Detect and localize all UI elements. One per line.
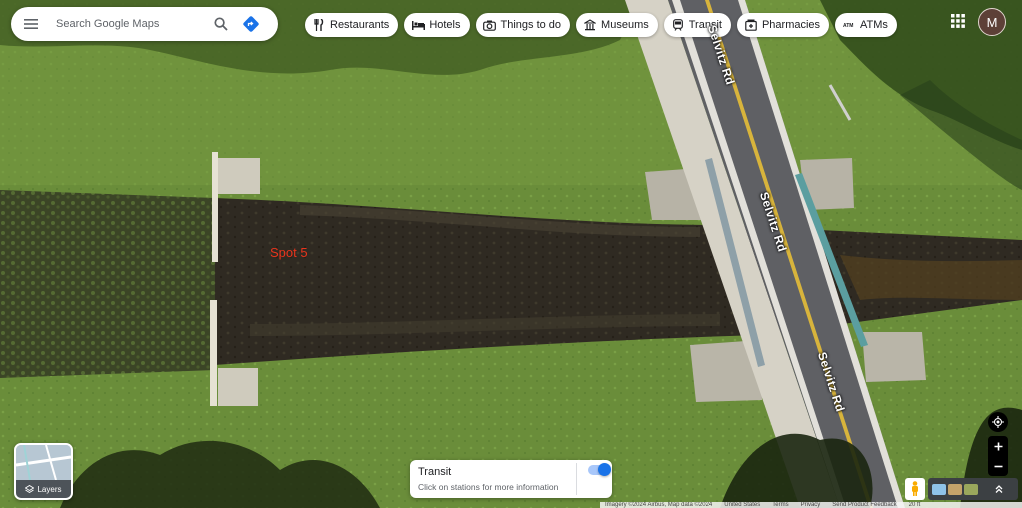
fork-knife-icon	[312, 18, 326, 32]
transit-subtitle: Click on stations for more information	[418, 482, 559, 492]
map-footer: Imagery ©2024 Airbus, Map data ©2024 Uni…	[600, 502, 1022, 508]
hamburger-menu-icon	[24, 19, 38, 29]
pharmacy-icon	[744, 18, 758, 32]
chip-hotels[interactable]: Hotels	[404, 13, 470, 37]
minus-icon	[994, 465, 1002, 467]
chip-atms[interactable]: ATM ATMs	[835, 13, 897, 37]
transit-title: Transit	[418, 466, 452, 478]
chip-restaurants[interactable]: Restaurants	[305, 13, 399, 37]
apps-grid-icon[interactable]	[950, 13, 966, 29]
thumbnail-map[interactable]	[932, 483, 946, 495]
plus-icon	[994, 442, 1002, 450]
chip-label: Museums	[601, 19, 649, 31]
bed-icon	[411, 18, 425, 32]
chip-pharmacies[interactable]: Pharmacies	[736, 13, 830, 37]
satellite-map[interactable]	[0, 0, 1022, 508]
zoom-controls	[988, 436, 1008, 476]
map-type-thumbnails[interactable]	[928, 478, 1018, 500]
chip-things-to-do[interactable]: Things to do	[475, 13, 571, 37]
layers-map-thumbnail	[16, 445, 71, 481]
feedback-link[interactable]: Send Product Feedback	[832, 502, 896, 508]
transit-toggle[interactable]	[588, 463, 611, 476]
zoom-out-button[interactable]	[988, 456, 1008, 476]
svg-text:ATM: ATM	[843, 23, 853, 28]
layers-label: Layers	[37, 484, 62, 494]
search-input[interactable]	[51, 18, 206, 30]
chip-label: ATMs	[860, 19, 888, 31]
scale-label[interactable]: 20 ft	[909, 502, 921, 508]
search-icon	[214, 17, 228, 31]
toggle-knob	[598, 463, 611, 476]
transit-panel: Transit Click on stations for more infor…	[410, 460, 612, 498]
chip-museums[interactable]: Museums	[576, 13, 658, 37]
pegman-icon	[912, 481, 918, 496]
layers-icon	[25, 484, 35, 493]
street-view-pegman[interactable]	[905, 478, 925, 500]
account-avatar[interactable]: M	[978, 8, 1006, 36]
country-link[interactable]: United States	[724, 502, 760, 508]
map-marker-label[interactable]: Spot 5	[270, 245, 308, 260]
imagery-attribution: Imagery ©2024 Airbus, Map data ©2024	[605, 502, 713, 508]
expand-up-icon	[995, 485, 1003, 493]
divider	[576, 463, 577, 495]
train-icon	[671, 18, 685, 32]
directions-icon	[243, 16, 259, 32]
directions-button[interactable]	[236, 9, 266, 39]
search-button[interactable]	[206, 9, 236, 39]
my-location-icon	[992, 416, 1004, 428]
category-chips: Restaurants Hotels Things to do Museums …	[305, 13, 897, 37]
atm-icon: ATM	[842, 18, 856, 32]
chip-label: Restaurants	[330, 19, 390, 31]
chip-label: Pharmacies	[761, 19, 821, 31]
camera-icon	[483, 18, 497, 32]
thumbnail-satellite[interactable]	[964, 483, 978, 495]
museum-icon	[583, 18, 597, 32]
search-box	[11, 7, 278, 41]
thumbnail-terrain[interactable]	[948, 483, 962, 495]
menu-button[interactable]	[11, 7, 51, 41]
chip-label: Hotels	[429, 19, 461, 31]
my-location-button[interactable]	[988, 412, 1008, 432]
layers-button[interactable]: Layers	[14, 443, 73, 500]
zoom-in-button[interactable]	[988, 436, 1008, 456]
chip-label: Things to do	[500, 19, 562, 31]
privacy-link[interactable]: Privacy	[801, 502, 821, 508]
terms-link[interactable]: Terms	[772, 502, 788, 508]
